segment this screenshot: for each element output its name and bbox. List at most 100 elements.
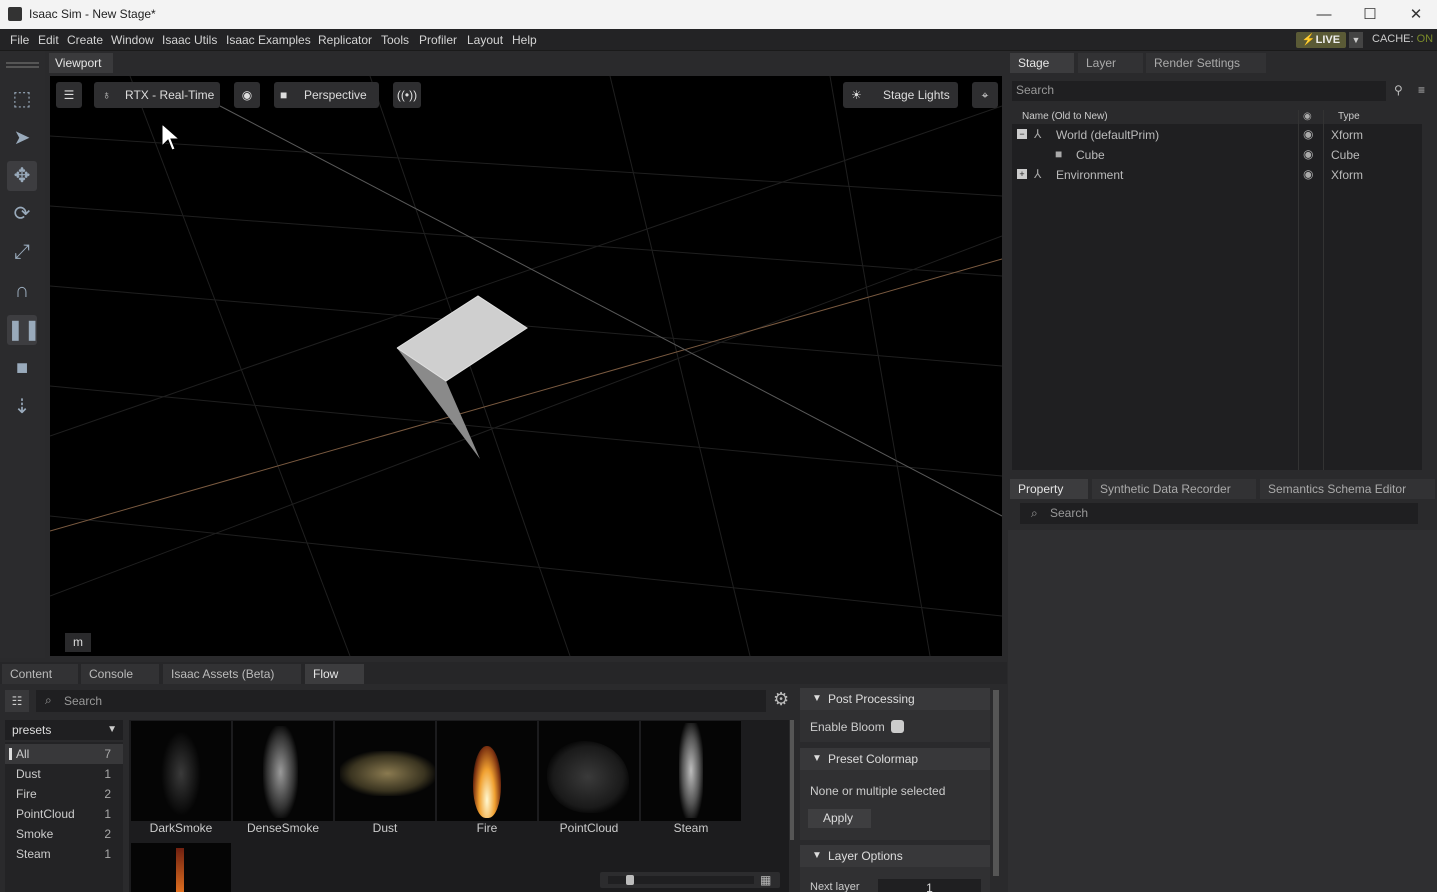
thumbnail-steam[interactable] (641, 721, 741, 821)
property-tabbar: Property Synthetic Data Recorder Semanti… (1008, 477, 1437, 499)
flow-search-input[interactable]: Search (36, 690, 766, 712)
menu-replicator[interactable]: Replicator (318, 33, 372, 47)
cache-status: CACHE: ON (1372, 33, 1433, 45)
cache-value: ON (1416, 33, 1434, 45)
col-type-header[interactable]: Type (1338, 111, 1360, 122)
next-layer-input[interactable]: 1 (878, 879, 981, 892)
location-pin-icon[interactable]: ⌖ (972, 82, 998, 108)
menu-tools[interactable]: Tools (381, 33, 409, 47)
thumbnail-size-slider[interactable]: ▦ (600, 872, 780, 888)
tree-row-environment[interactable]: + ⅄ Environment ◉ Xform (1012, 165, 1422, 185)
thumbnail-label: DenseSmoke (246, 821, 320, 835)
visibility-eye-icon[interactable]: ◉ (1303, 147, 1313, 161)
next-layer-label: Next layer (810, 881, 860, 892)
maximize-button[interactable]: ☐ (1347, 0, 1393, 29)
gear-icon[interactable]: ⚙ (773, 689, 789, 710)
close-button[interactable]: ✕ (1393, 0, 1437, 29)
post-processing-header[interactable]: ▼ Post Processing (800, 688, 990, 710)
preset-item-steam[interactable]: Steam 1 (5, 844, 123, 864)
tab-property[interactable]: Property (1010, 479, 1088, 499)
preset-colormap-header[interactable]: ▼ Preset Colormap (800, 748, 990, 770)
thumbnail-partial[interactable] (131, 843, 231, 892)
pause-icon[interactable]: ❚❚ (7, 315, 41, 345)
tab-stage[interactable]: Stage (1010, 53, 1074, 73)
tab-render-settings[interactable]: Render Settings (1146, 53, 1266, 73)
select-arrow-icon[interactable]: ➤ (7, 123, 37, 153)
viewport[interactable]: ☰ ♁ RTX - Real-Time ◉ ■ Perspective ((•)… (50, 76, 1002, 656)
live-dropdown[interactable]: ▼ (1349, 32, 1363, 48)
tab-isaac-assets[interactable]: Isaac Assets (Beta) (163, 664, 301, 684)
thumbnail-densesmoke[interactable] (233, 721, 333, 821)
stop-icon[interactable]: ■ (7, 353, 37, 383)
tab-console[interactable]: Console (81, 664, 159, 684)
stage-lights-button[interactable]: ☀ Stage Lights (843, 82, 958, 108)
snap-icon[interactable]: ∩ (7, 276, 37, 306)
expand-icon[interactable]: + (1017, 169, 1027, 179)
chevron-down-icon: ▼ (107, 724, 117, 735)
menu-help[interactable]: Help (512, 33, 537, 47)
preset-item-pointcloud[interactable]: PointCloud 1 (5, 804, 123, 824)
broadcast-icon[interactable]: ((•)) (393, 82, 421, 108)
menu-layout[interactable]: Layout (467, 33, 503, 47)
dust-image (340, 751, 435, 796)
menu-file[interactable]: File (10, 33, 29, 47)
tab-semantics-schema-editor[interactable]: Semantics Schema Editor (1260, 479, 1435, 499)
renderer-button[interactable]: ♁ RTX - Real-Time (94, 82, 220, 108)
options-menu-icon[interactable]: ≡ (1418, 83, 1425, 97)
thumbnail-fire[interactable] (437, 721, 537, 821)
scale-icon[interactable]: ⤢ (7, 237, 37, 267)
minimize-button[interactable]: — (1301, 0, 1347, 29)
menu-profiler[interactable]: Profiler (419, 33, 457, 47)
row-type: Xform (1331, 128, 1364, 142)
menu-isaac-utils[interactable]: Isaac Utils (162, 33, 217, 47)
visibility-eye-icon[interactable]: ◉ (1303, 127, 1313, 141)
section-title: Layer Options (828, 849, 903, 863)
smoke-image (161, 731, 201, 816)
live-button[interactable]: ⚡LIVE (1296, 32, 1346, 48)
preset-item-fire[interactable]: Fire 2 (5, 784, 123, 804)
mouse-cursor-icon (161, 122, 178, 151)
presets-dropdown[interactable]: presets ▼ (5, 720, 123, 740)
tab-layer[interactable]: Layer (1078, 53, 1143, 73)
tab-flow[interactable]: Flow (305, 664, 364, 684)
menu-edit[interactable]: Edit (38, 33, 59, 47)
col-name-header[interactable]: Name (Old to New) (1022, 111, 1108, 122)
slider-handle[interactable] (626, 875, 634, 885)
preset-item-all[interactable]: All 7 (5, 744, 123, 764)
select-mode-icon[interactable]: ⬚ (7, 84, 37, 114)
tab-content[interactable]: Content (2, 664, 78, 684)
panel-scrollbar[interactable] (993, 690, 999, 876)
grid-scrollbar[interactable] (790, 720, 794, 840)
thumbnail-dust[interactable] (335, 721, 435, 821)
grid-view-icon[interactable]: ▦ (760, 872, 771, 888)
steam-image (679, 723, 703, 818)
thumbnail-pointcloud[interactable] (539, 721, 639, 821)
menu-create[interactable]: Create (67, 33, 103, 47)
layer-options-header[interactable]: ▼ Layer Options (800, 845, 990, 867)
collapse-icon[interactable]: − (1017, 129, 1027, 139)
tab-viewport[interactable]: Viewport (49, 53, 113, 73)
property-search-input[interactable]: Search (1020, 503, 1418, 524)
thumbnail-darksmoke[interactable] (131, 721, 231, 821)
tab-synthetic-data-recorder[interactable]: Synthetic Data Recorder (1092, 479, 1256, 499)
apply-button[interactable]: Apply (808, 809, 871, 828)
camera-button[interactable]: ■ Perspective (274, 82, 379, 108)
visibility-eye-icon[interactable]: ◉ (1303, 167, 1313, 181)
preset-item-smoke[interactable]: Smoke 2 (5, 824, 123, 844)
tree-row-cube[interactable]: ■ Cube ◉ Cube (1012, 145, 1422, 165)
move-icon[interactable]: ✥ (7, 161, 37, 191)
filter-icon[interactable]: ⚲ (1394, 83, 1403, 97)
stage-search-input[interactable]: Search (1012, 81, 1386, 101)
tree-toggle-icon[interactable]: ☷ (5, 690, 29, 712)
menu-window[interactable]: Window (111, 33, 154, 47)
settings-sliders-icon[interactable]: ☰ (56, 82, 82, 108)
physics-icon[interactable]: ⇣ (7, 392, 37, 422)
thumbnail-label: Fire (476, 821, 498, 835)
menu-isaac-examples[interactable]: Isaac Examples (226, 33, 311, 47)
window-title: Isaac Sim - New Stage* (29, 7, 156, 21)
preset-item-dust[interactable]: Dust 1 (5, 764, 123, 784)
enable-bloom-checkbox[interactable] (891, 720, 904, 733)
eye-icon[interactable]: ◉ (234, 82, 260, 108)
tree-row-world[interactable]: − ⅄ World (defaultPrim) ◉ Xform (1012, 125, 1422, 145)
rotate-icon[interactable]: ⟳ (7, 199, 37, 229)
